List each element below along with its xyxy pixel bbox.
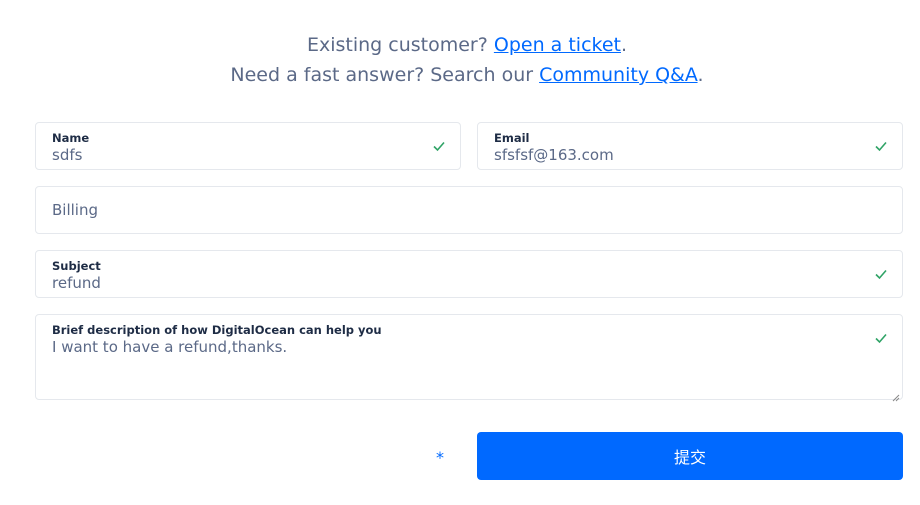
submit-button[interactable]: 提交 [477, 432, 903, 480]
name-label: Name [52, 131, 90, 145]
intro-line-2: Need a fast answer? Search our Community… [230, 64, 704, 86]
open-ticket-link[interactable]: Open a ticket [494, 34, 621, 56]
email-label: Email [494, 131, 530, 145]
resize-handle-icon[interactable] [890, 387, 900, 402]
subject-field[interactable]: Subject refund [35, 250, 903, 298]
community-qa-link[interactable]: Community Q&A [539, 64, 697, 86]
required-marker: * [436, 448, 444, 467]
email-value[interactable]: sfsfsf@163.com [494, 146, 614, 164]
check-icon [874, 331, 888, 345]
support-form-page: Existing customer? Open a ticket. Need a… [0, 0, 920, 505]
name-value[interactable]: sdfs [52, 146, 82, 164]
check-icon [874, 267, 888, 281]
name-field[interactable]: Name sdfs [35, 122, 461, 170]
category-value: Billing [52, 201, 98, 219]
description-label: Brief description of how DigitalOcean ca… [52, 323, 382, 337]
subject-value[interactable]: refund [52, 274, 101, 292]
check-icon [432, 139, 446, 153]
intro-text: Existing customer? Open a ticket. Need a… [0, 30, 920, 90]
email-field[interactable]: Email sfsfsf@163.com [477, 122, 903, 170]
description-textarea[interactable]: Brief description of how DigitalOcean ca… [35, 314, 903, 402]
check-icon [874, 139, 888, 153]
subject-label: Subject [52, 259, 101, 273]
description-value[interactable]: I want to have a refund,thanks. [52, 338, 287, 356]
category-select[interactable]: Billing [35, 186, 903, 234]
intro-line-1: Existing customer? Open a ticket. [306, 34, 628, 56]
